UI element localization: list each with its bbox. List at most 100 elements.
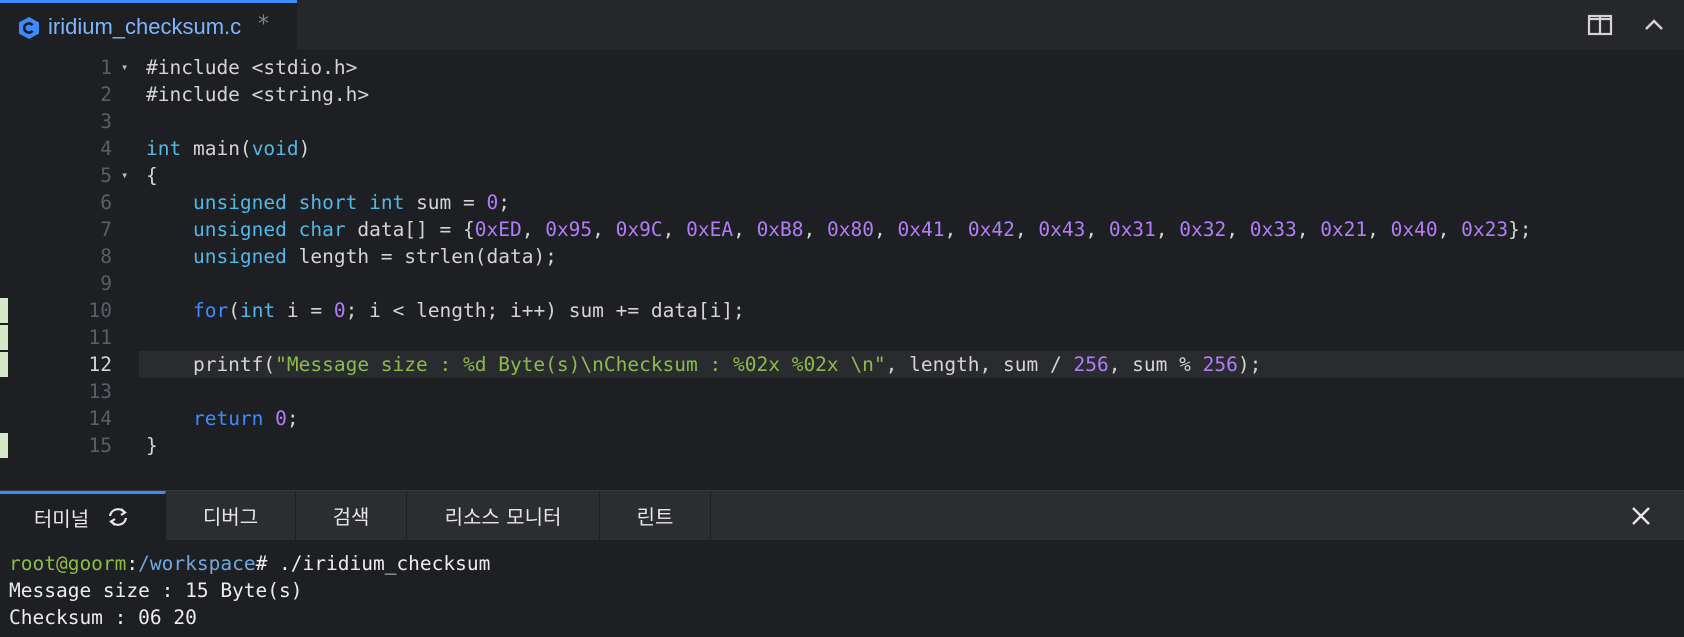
code-token: 0: [486, 191, 499, 214]
code-token: ,: [1296, 218, 1321, 241]
line-number: 15: [88, 434, 112, 457]
code-line[interactable]: 5 ▾ {: [0, 162, 1684, 189]
code-text: {: [146, 162, 158, 189]
line-number: 5: [100, 164, 112, 187]
code-line[interactable]: 2 #include <string.h>: [0, 81, 1684, 108]
code-token: length = strlen(data);: [286, 245, 557, 268]
tab-label: 린트: [636, 505, 674, 529]
modified-line-marker: [0, 433, 8, 458]
line-number: 2: [100, 83, 112, 106]
code-line[interactable]: 9: [0, 270, 1684, 297]
code-token: short: [298, 191, 358, 214]
line-number: 3: [100, 110, 112, 133]
code-token: 0x33: [1249, 218, 1297, 241]
code-token: {: [146, 164, 158, 187]
tab-label: 리소스 모니터: [444, 505, 562, 529]
terminal-output-line: Message size : 15 Byte(s): [9, 579, 303, 602]
modified-line-marker: [0, 298, 8, 323]
tab-resource-monitor[interactable]: 리소스 모니터: [407, 491, 600, 540]
c-language-icon: [19, 17, 39, 39]
tab-lint[interactable]: 린트: [600, 491, 711, 540]
tab-terminal[interactable]: 터미널: [0, 491, 166, 540]
prompt-user: root@goorm: [9, 552, 127, 575]
code-text: return 0;: [146, 405, 299, 432]
code-line[interactable]: 8 unsigned length = strlen(data);: [0, 243, 1684, 270]
unsaved-indicator[interactable]: *: [258, 12, 269, 37]
code-line[interactable]: 12 printf("Message size : %d Byte(s)\nCh…: [0, 351, 1684, 378]
code-line[interactable]: 7 unsigned char data[] = {0xED, 0x95, 0x…: [0, 216, 1684, 243]
code-token: #include <stdio.h>: [146, 56, 358, 79]
modified-line-marker: [0, 325, 8, 350]
code-line[interactable]: 4 int main(void): [0, 135, 1684, 162]
code-token: int: [369, 191, 405, 214]
code-token: 0x43: [1038, 218, 1086, 241]
code-token: 0xB8: [756, 218, 804, 241]
code-token: ,: [1014, 218, 1039, 241]
code-token: 0xEA: [686, 218, 734, 241]
code-text: printf("Message size : %d Byte(s)\nCheck…: [146, 351, 1261, 378]
tab-label: 터미널: [33, 506, 90, 531]
code-token: 0x9C: [615, 218, 663, 241]
code-token: 0x32: [1179, 218, 1227, 241]
code-line[interactable]: 15}: [0, 432, 1684, 459]
code-token: 0x95: [545, 218, 593, 241]
line-number: 12: [88, 353, 112, 376]
tab-debug[interactable]: 디버그: [166, 491, 296, 540]
code-token: void: [251, 137, 299, 160]
terminal[interactable]: root@goorm:/workspace# ./iridium_checksu…: [0, 540, 1684, 637]
line-number: 10: [88, 299, 112, 322]
code-token: 0x21: [1320, 218, 1368, 241]
code-line[interactable]: 13: [0, 378, 1684, 405]
refresh-icon[interactable]: [105, 505, 131, 529]
code-token: ,: [803, 218, 828, 241]
code-line[interactable]: 14 return 0;: [0, 405, 1684, 432]
line-number: 14: [88, 407, 112, 430]
line-number: 8: [100, 245, 112, 268]
close-icon[interactable]: [1628, 503, 1654, 529]
code-token: sum =: [404, 191, 487, 214]
fold-toggle-icon[interactable]: ▾: [121, 54, 128, 81]
prompt-end: #: [255, 552, 280, 575]
editor-tab[interactable]: iridium_checksum.c *: [0, 0, 297, 50]
code-token: ,: [1155, 218, 1180, 241]
split-editor-icon[interactable]: [1587, 13, 1613, 37]
code-token: };: [1508, 218, 1532, 241]
editor-tab-bar: iridium_checksum.c *: [0, 0, 1684, 50]
code-token: main(: [181, 137, 252, 160]
code-line[interactable]: 6 unsigned short int sum = 0;: [0, 189, 1684, 216]
code-line[interactable]: 10 for(int i = 0; i < length; i++) sum +…: [0, 297, 1684, 324]
code-text: int main(void): [146, 135, 310, 162]
code-token: , sum %: [1108, 353, 1203, 376]
code-text: #include <string.h>: [146, 81, 369, 108]
code-editor[interactable]: 1 ▾ #include <stdio.h> 2 #include <string.h>…: [0, 50, 1684, 490]
code-token: ): [298, 137, 311, 160]
line-number: 4: [100, 137, 112, 160]
code-text: unsigned short int sum = 0;: [146, 189, 510, 216]
code-token: 0: [333, 299, 346, 322]
code-token: ,: [1437, 218, 1462, 241]
code-text: }: [146, 432, 158, 459]
code-text: #include <stdio.h>: [146, 54, 357, 81]
code-token: int: [239, 299, 276, 322]
code-token: data[] = {: [345, 218, 475, 241]
code-token: 0x42: [967, 218, 1015, 241]
fold-toggle-icon[interactable]: ▾: [121, 162, 128, 189]
code-line[interactable]: 3: [0, 108, 1684, 135]
code-token: unsigned: [192, 218, 287, 241]
code-line[interactable]: 1 ▾ #include <stdio.h>: [0, 54, 1684, 81]
chevron-up-icon[interactable]: [1641, 13, 1667, 37]
code-token: for: [192, 299, 229, 322]
prompt-separator: :: [126, 552, 139, 575]
code-token: 0x23: [1461, 218, 1509, 241]
tab-label: 디버그: [202, 505, 259, 529]
code-text: for(int i = 0; i < length; i++) sum += d…: [146, 297, 745, 324]
code-line[interactable]: 11: [0, 324, 1684, 351]
tab-search[interactable]: 검색: [296, 491, 407, 540]
tab-file-name: iridium_checksum.c: [48, 14, 242, 39]
